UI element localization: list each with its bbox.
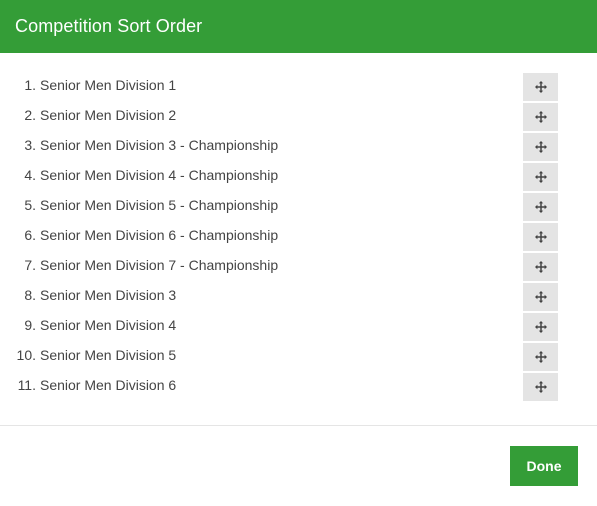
- move-arrows-icon: [534, 111, 547, 123]
- competition-list: 1. Senior Men Division 1 2. Senior Men Divi…: [0, 53, 597, 405]
- competition-name: Senior Men Division 1: [40, 77, 177, 93]
- footer-divider: [0, 425, 597, 426]
- drag-handle-button[interactable]: [523, 133, 558, 161]
- competition-name: Senior Men Division 4: [40, 317, 177, 333]
- competition-index: 8.: [24, 287, 36, 303]
- competition-name: Senior Men Division 5: [40, 347, 177, 363]
- competition-index: 10.: [16, 347, 36, 363]
- drag-handle-button[interactable]: [523, 223, 558, 251]
- drag-handle-button[interactable]: [523, 103, 558, 131]
- move-arrows-icon: [534, 171, 547, 183]
- drag-handle-button[interactable]: [523, 253, 558, 281]
- competition-name: Senior Men Division 3: [40, 287, 177, 303]
- competition-row: 3. Senior Men Division 3 - Championship: [0, 133, 597, 165]
- move-arrows-icon: [534, 261, 547, 273]
- drag-handle-button[interactable]: [523, 73, 558, 101]
- move-arrows-icon: [534, 141, 547, 153]
- move-arrows-icon: [534, 231, 547, 243]
- competition-index: 6.: [24, 227, 36, 243]
- move-arrows-icon: [534, 291, 547, 303]
- competition-name: Senior Men Division 4 - Championship: [40, 167, 279, 183]
- competition-index: 4.: [24, 167, 36, 183]
- competition-index: 7.: [24, 257, 36, 273]
- dialog-header: Competition Sort Order: [0, 0, 597, 53]
- competition-name: Senior Men Division 6 - Championship: [40, 227, 279, 243]
- competition-row: 7. Senior Men Division 7 - Championship: [0, 253, 597, 285]
- sort-order-dialog: Competition Sort Order 1. Senior Men Divi…: [0, 0, 597, 506]
- competition-index: 3.: [24, 137, 36, 153]
- drag-handle-button[interactable]: [523, 163, 558, 191]
- drag-handle-button[interactable]: [523, 283, 558, 311]
- competition-row: 11. Senior Men Division 6: [0, 373, 597, 405]
- move-arrows-icon: [534, 201, 547, 213]
- competition-name: Senior Men Division 5 - Championship: [40, 197, 279, 213]
- competition-index: 11.: [17, 377, 36, 393]
- competition-index: 1.: [24, 77, 36, 93]
- competition-row: 9. Senior Men Division 4: [0, 313, 597, 345]
- drag-handle-button[interactable]: [523, 373, 558, 401]
- dialog-title: Competition Sort Order: [15, 16, 203, 36]
- done-button[interactable]: Done: [510, 446, 578, 486]
- competition-index: 2.: [24, 107, 36, 123]
- competition-row: 2. Senior Men Division 2: [0, 103, 597, 135]
- competition-name: Senior Men Division 6: [40, 377, 177, 393]
- competition-row: 8. Senior Men Division 3: [0, 283, 597, 315]
- competition-index: 9.: [24, 317, 36, 333]
- drag-handle-button[interactable]: [523, 343, 558, 371]
- competition-row: 5. Senior Men Division 5 - Championship: [0, 193, 597, 225]
- move-arrows-icon: [534, 81, 547, 93]
- drag-handle-button[interactable]: [523, 313, 558, 341]
- competition-row: 10. Senior Men Division 5: [0, 343, 597, 375]
- competition-row: 1. Senior Men Division 1: [0, 73, 597, 105]
- competition-name: Senior Men Division 7 - Championship: [40, 257, 279, 273]
- competition-name: Senior Men Division 3 - Championship: [40, 137, 279, 153]
- drag-handle-button[interactable]: [523, 193, 558, 221]
- competition-row: 4. Senior Men Division 4 - Championship: [0, 163, 597, 195]
- move-arrows-icon: [534, 351, 547, 363]
- move-arrows-icon: [534, 381, 547, 393]
- move-arrows-icon: [534, 321, 547, 333]
- competition-index: 5.: [24, 197, 36, 213]
- competition-row: 6. Senior Men Division 6 - Championship: [0, 223, 597, 255]
- competition-name: Senior Men Division 2: [40, 107, 177, 123]
